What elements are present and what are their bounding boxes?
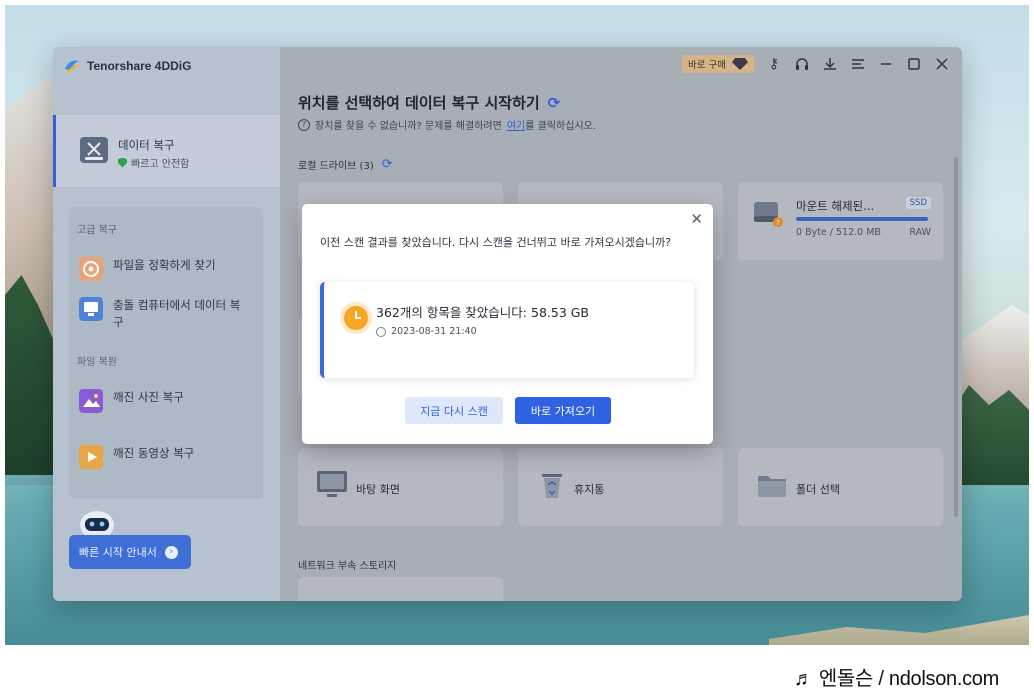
target-icon [79, 257, 103, 281]
sidebar-item-crashed-computer[interactable]: 충돌 컴퓨터에서 데이터 복구 [79, 297, 249, 331]
small-clock-icon [376, 326, 386, 337]
dialog-message: 이전 스캔 결과를 찾았습니다. 다시 스캔을 건너뛰고 바로 가져오시겠습니까… [320, 236, 672, 249]
recycle-bin-icon [542, 474, 562, 498]
sidebar-item-subtitle: 빠르고 안전함 [118, 155, 189, 170]
monitor-icon [317, 471, 347, 497]
sidebar: Tenorshare 4DDiG 데이터 복구 빠르고 안전함 고급 복구 파일… [53, 47, 280, 601]
key-icon[interactable]: ⚷ [766, 56, 782, 72]
previous-scan-dialog: ✕ 이전 스캔 결과를 찾았습니다. 다시 스캔을 건너뛰고 바로 가져오시겠습… [302, 204, 713, 444]
download-icon[interactable] [822, 56, 838, 72]
help-text: ? 장치를 찾을 수 없습니까? 문제를 해결하려면 여기를 클릭하십시오. [298, 117, 596, 132]
quick-start-label: 빠른 시작 안내서 [79, 546, 157, 559]
scrollbar[interactable] [954, 157, 958, 517]
sidebar-item-photo-repair[interactable]: 깨진 사진 복구 [79, 389, 184, 413]
refresh-drives-icon[interactable]: ⟳ [382, 157, 393, 172]
computer-icon [79, 297, 103, 321]
video-icon [79, 445, 103, 469]
close-icon[interactable]: ✕ [690, 210, 703, 228]
folder-icon [758, 476, 786, 497]
question-icon: ? [298, 118, 310, 131]
section-label-repair: 파일 복원 [77, 357, 117, 368]
photo-icon [79, 389, 103, 413]
sidebar-item-label: 충돌 컴퓨터에서 데이터 복구 [113, 298, 241, 329]
help-link[interactable]: 여기 [507, 121, 525, 132]
maximize-icon[interactable] [906, 56, 922, 72]
window-toolbar: 바로 구매 ⚷ [682, 55, 950, 73]
sidebar-item-video-repair[interactable]: 깨진 동영상 복구 [79, 445, 194, 469]
help-prefix: 장치를 찾을 수 없습니까? 문제를 해결하려면 [315, 121, 502, 132]
diamond-icon [732, 58, 748, 70]
page-title: 위치를 선택하여 데이터 복구 시작하기 ⟳ [298, 92, 560, 113]
minimize-icon[interactable] [878, 56, 894, 72]
menu-icon[interactable] [850, 56, 866, 72]
result-timestamp: 2023-08-31 21:40 [376, 326, 477, 337]
sidebar-item-data-recovery[interactable]: 데이터 복구 빠르고 안전함 [53, 115, 280, 187]
location-card-recycle-bin[interactable]: 휴지통 [518, 448, 723, 526]
data-recovery-icon [80, 137, 108, 163]
headset-icon[interactable] [794, 56, 810, 72]
sidebar-item-label: 데이터 복구 [118, 138, 175, 152]
quick-start-guide-button[interactable]: 빠른 시작 안내서 › [69, 535, 191, 569]
help-suffix: 를 클릭하십시오. [525, 121, 596, 132]
tenorshare-logo-icon [65, 60, 80, 74]
drive-card-unmounted[interactable]: ? 마운트 해제된... SSD 0 Byte / 512.0 MB RAW [738, 182, 943, 260]
location-card-desktop[interactable]: 바탕 화면 [298, 448, 503, 526]
refresh-icon[interactable]: ⟳ [548, 94, 561, 112]
buy-label: 바로 구매 [688, 60, 726, 71]
sidebar-panel: 고급 복구 파일을 정확하게 찾기 충돌 컴퓨터에서 데이터 복구 파일 복원 [69, 207, 263, 499]
location-label: 휴지통 [574, 483, 605, 496]
svg-text:?: ? [776, 219, 780, 227]
hard-drive-icon: ? [754, 202, 783, 227]
section-label-advanced: 고급 복구 [77, 225, 117, 236]
clock-icon [344, 306, 368, 330]
drive-size: 0 Byte / 512.0 MB [796, 227, 881, 238]
drive-usage-bar [796, 217, 928, 221]
result-time-text: 2023-08-31 21:40 [391, 326, 477, 337]
sidebar-item-label: 깨진 사진 복구 [113, 390, 184, 404]
import-now-button[interactable]: 바로 가져오기 [515, 397, 611, 424]
drive-type-badge: SSD [905, 197, 931, 209]
network-storage-label: 네트워크 부속 스토리지 [298, 561, 397, 572]
local-drives-label: 로컬 드라이브 (3) [298, 161, 374, 172]
drive-filesystem: RAW [909, 227, 931, 238]
result-count: 362개의 항목을 찾았습니다: 58.53 GB [376, 305, 590, 320]
location-label: 바탕 화면 [356, 483, 400, 496]
scan-result-card: 362개의 항목을 찾았습니다: 58.53 GB 2023-08-31 21:… [320, 282, 694, 378]
network-storage-card[interactable] [298, 577, 503, 601]
location-label: 폴더 선택 [796, 483, 840, 496]
sidebar-item-label: 파일을 정확하게 찾기 [113, 258, 216, 272]
subtitle-text: 빠르고 안전함 [131, 159, 190, 170]
location-card-folder[interactable]: 폴더 선택 [738, 448, 943, 526]
watermark: ♬ 엔돌슨 / ndolson.com [793, 668, 999, 690]
chevron-right-icon: › [164, 545, 178, 559]
sidebar-item-label: 깨진 동영상 복구 [113, 446, 195, 460]
sidebar-item-precise-search[interactable]: 파일을 정확하게 찾기 [79, 257, 216, 281]
app-name: Tenorshare 4DDiG [87, 59, 192, 73]
drive-name: 마운트 해제된... [796, 199, 875, 213]
buy-now-button[interactable]: 바로 구매 [682, 55, 754, 73]
shield-icon [118, 157, 127, 168]
local-drives-header: 로컬 드라이브 (3) ⟳ [298, 157, 393, 172]
close-window-icon[interactable] [934, 56, 950, 72]
rescan-now-button[interactable]: 지금 다시 스캔 [405, 397, 503, 424]
app-logo: Tenorshare 4DDiG [63, 57, 191, 75]
page-title-text: 위치를 선택하여 데이터 복구 시작하기 [298, 94, 540, 112]
